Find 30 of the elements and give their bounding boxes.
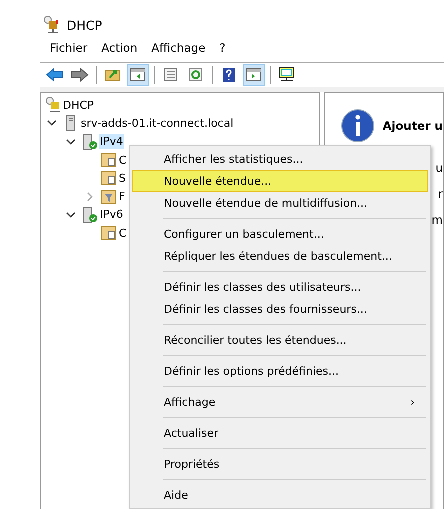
description-text: m: [432, 213, 443, 227]
tree-item[interactable]: IPv6: [99, 207, 124, 222]
menu-item[interactable]: ?: [220, 41, 226, 56]
description-text: u: [436, 161, 443, 175]
menu-item[interactable]: Affichage ›: [132, 391, 428, 413]
menu-item[interactable]: Affichage: [152, 41, 206, 56]
menu-item[interactable]: Configurer un basculement...: [132, 223, 428, 245]
menu-item[interactable]: Action: [102, 41, 138, 56]
tree-item[interactable]: S: [118, 170, 127, 186]
menu-item[interactable]: Répliquer les étendues de basculement...: [132, 245, 428, 267]
menu-item[interactable]: Actualiser: [132, 422, 428, 444]
menu-item[interactable]: Propriétés: [132, 453, 428, 475]
panel-heading: Ajouter u: [382, 119, 443, 133]
tree-item[interactable]: DHCP: [62, 98, 96, 113]
tree-item[interactable]: C: [118, 152, 128, 168]
menu-item[interactable]: Nouvelle étendue...: [132, 170, 428, 192]
tree-item[interactable]: srv-adds-01.it-connect.local: [80, 116, 235, 131]
menu-item[interactable]: Fichier: [50, 41, 88, 56]
description-text: r: [438, 187, 443, 201]
menu-item[interactable]: Définir les classes des utilisateurs...: [132, 276, 428, 298]
tree-item[interactable]: IPv4: [99, 134, 124, 150]
menu-item[interactable]: Réconcilier toutes les étendues...: [132, 329, 428, 351]
menu-item[interactable]: Aide: [132, 484, 428, 506]
tree-item[interactable]: F: [118, 189, 126, 204]
menu-item[interactable]: Définir les options prédéfinies...: [132, 360, 428, 382]
menu-item[interactable]: Nouvelle étendue de multidiffusion...: [132, 192, 428, 214]
menu-item[interactable]: Afficher les statistiques...: [132, 148, 428, 170]
menu-item[interactable]: Définir les classes des fournisseurs...: [132, 298, 428, 320]
window-title: DHCP: [67, 18, 102, 32]
tree-item[interactable]: C: [118, 226, 128, 241]
